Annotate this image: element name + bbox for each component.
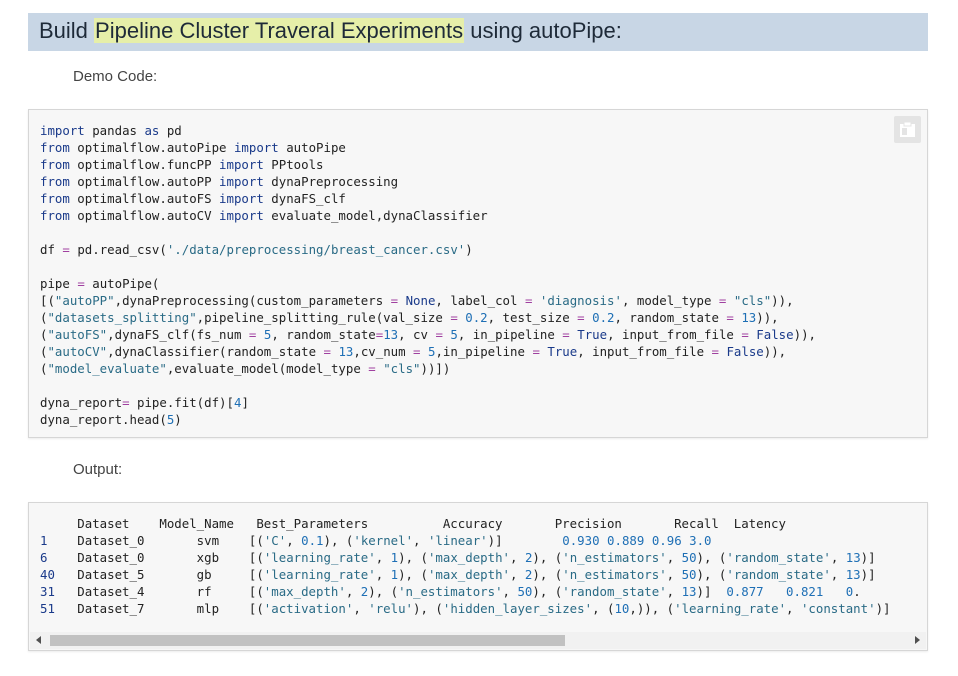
- code-line: from optimalflow.autoFS import dynaFS_cl…: [40, 191, 346, 206]
- scroll-right-icon[interactable]: [915, 636, 920, 644]
- output-header-row: Dataset Model_Name Best_Parameters Accur…: [40, 516, 786, 531]
- code-line: df = pd.read_csv('./data/preprocessing/b…: [40, 242, 473, 257]
- code-line: [("autoPP",dynaPreprocessing(custom_para…: [40, 293, 794, 308]
- page-title: Build Pipeline Cluster Traveral Experime…: [39, 18, 622, 44]
- title-prefix: Build: [39, 18, 95, 43]
- code-line: ("autoCV",dynaClassifier(random_state = …: [40, 344, 787, 359]
- scroll-left-icon[interactable]: [36, 636, 41, 644]
- code-line: from optimalflow.autoCV import evaluate_…: [40, 208, 488, 223]
- title-highlight: Pipeline Cluster Traveral Experiments: [94, 18, 465, 43]
- demo-code-label: Demo Code:: [73, 68, 158, 85]
- output-row: 31 Dataset_4 rf [('max_depth', 2), ('n_e…: [40, 584, 861, 599]
- horizontal-scrollbar[interactable]: [30, 632, 926, 649]
- code-line: ("datasets_splitting",pipeline_splitting…: [40, 310, 779, 325]
- code-line: ("autoFS",dynaFS_clf(fs_num = 5, random_…: [40, 327, 816, 342]
- copy-icon: [900, 121, 915, 137]
- output-row: 40 Dataset_5 gb [('learning_rate', 1), (…: [40, 567, 876, 582]
- output-row: 51 Dataset_7 mlp [('activation', 'relu')…: [40, 601, 891, 616]
- code-line: from optimalflow.funcPP import PPtools: [40, 157, 324, 172]
- output-block[interactable]: Dataset Model_Name Best_Parameters Accur…: [28, 502, 928, 651]
- code-line: import pandas as pd: [40, 123, 182, 138]
- code-line: ("model_evaluate",evaluate_model(model_t…: [40, 361, 451, 376]
- output-table: Dataset Model_Name Best_Parameters Accur…: [40, 515, 891, 617]
- output-row: 1 Dataset_0 svm [('C', 0.1), ('kernel', …: [40, 533, 712, 548]
- code-block[interactable]: import pandas as pd from optimalflow.aut…: [28, 109, 928, 438]
- page-heading-bar: Build Pipeline Cluster Traveral Experime…: [28, 13, 928, 51]
- code-line: pipe = autoPipe(: [40, 276, 160, 291]
- output-label: Output:: [73, 461, 123, 478]
- code-line: from optimalflow.autoPipe import autoPip…: [40, 140, 346, 155]
- scroll-thumb[interactable]: [50, 635, 565, 646]
- code-line: dyna_report= pipe.fit(df)[4]: [40, 395, 249, 410]
- output-row: 6 Dataset_0 xgb [('learning_rate', 1), (…: [40, 550, 876, 565]
- code-content[interactable]: import pandas as pd from optimalflow.aut…: [40, 122, 816, 428]
- title-suffix: using autoPipe:: [464, 18, 622, 43]
- copy-code-button[interactable]: [894, 116, 921, 143]
- code-line: dyna_report.head(5): [40, 412, 182, 427]
- code-line: from optimalflow.autoPP import dynaPrepr…: [40, 174, 399, 189]
